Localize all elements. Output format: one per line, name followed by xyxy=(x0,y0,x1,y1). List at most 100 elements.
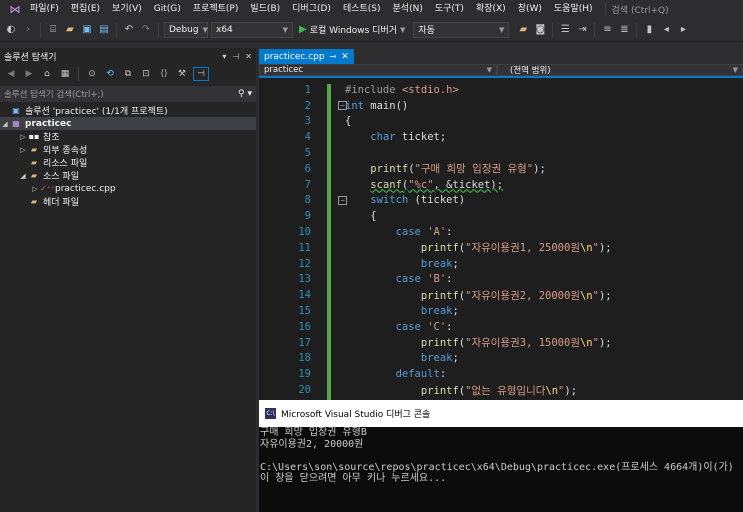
code-line[interactable]: 2 int main() xyxy=(259,98,743,114)
line-number: 7 xyxy=(304,178,311,191)
menu-item[interactable]: 편집(E) xyxy=(65,0,106,18)
home-icon[interactable]: ⌂ xyxy=(40,67,54,81)
panel-menu-icon[interactable]: ▾ xyxy=(222,52,226,61)
code-line[interactable]: 13 case 'B': xyxy=(259,272,743,288)
tree-item-project[interactable]: ◢ ▦ practicec xyxy=(0,117,256,130)
pending-changes-icon[interactable]: ⊙ xyxy=(85,67,99,81)
bookmark-next-icon[interactable]: ▸ xyxy=(676,23,690,37)
code-line[interactable]: 3{ xyxy=(259,114,743,130)
code-line[interactable]: 9 { xyxy=(259,208,743,224)
menu-item[interactable]: 도구(T) xyxy=(429,0,470,18)
forward-icon[interactable]: › xyxy=(21,23,35,37)
tree-item-external-dependencies[interactable]: ▷ ▰ 외부 종속성 xyxy=(0,143,256,156)
code-line[interactable]: 19 default: xyxy=(259,366,743,382)
line-number: 5 xyxy=(304,147,311,160)
preview-icon[interactable]: ⟨⟩ xyxy=(157,67,171,81)
tree-label: 헤더 파일 xyxy=(43,198,79,208)
show-all-files-icon[interactable]: ⊡ xyxy=(139,67,153,81)
start-debugging-button[interactable]: ▶ 로컬 Windows 디버거 ▼ xyxy=(296,23,408,36)
line-number: 9 xyxy=(304,210,311,223)
menu-item[interactable]: 파일(F) xyxy=(24,0,65,18)
code-line[interactable]: 14 printf("자유이용권2, 20000원\n"); xyxy=(259,287,743,303)
code-line[interactable]: 5 xyxy=(259,145,743,161)
forward-icon[interactable]: ▶ xyxy=(22,67,36,81)
menu-item[interactable]: 확장(X) xyxy=(470,0,512,18)
close-icon[interactable]: ✕ xyxy=(245,52,252,61)
indent-icon[interactable]: ⇥ xyxy=(575,23,589,37)
screenshot-icon[interactable]: ◙ xyxy=(533,23,547,37)
switch-views-icon[interactable]: ▦ xyxy=(58,67,72,81)
menu-item[interactable]: 분석(N) xyxy=(387,0,429,18)
menu-item[interactable]: 빌드(B) xyxy=(244,0,286,18)
tab-practicec-cpp[interactable]: practicec.cpp ⊸ ✕ xyxy=(259,49,354,64)
fold-toggle-icon[interactable]: − xyxy=(338,195,347,205)
code-line[interactable]: 15 break; xyxy=(259,303,743,319)
pin-icon[interactable]: ⊣ xyxy=(232,52,239,61)
search-placeholder: 솔루션 탐색기 검색(Ctrl+;) xyxy=(4,90,104,100)
menu-item[interactable]: 테스트(S) xyxy=(337,0,387,18)
scope-dropdown[interactable]: (전역 범위) ▼ xyxy=(497,64,743,76)
line-number: 15 xyxy=(298,305,311,318)
menu-item[interactable]: 보기(V) xyxy=(106,0,148,18)
uncomment-icon[interactable]: ≣ xyxy=(617,23,631,37)
redo-icon[interactable]: ↷ xyxy=(139,23,153,37)
code-line[interactable]: 1 #include <stdio.h> xyxy=(259,82,743,98)
back-icon[interactable]: ◐ xyxy=(4,23,18,37)
menu-item[interactable]: 프로젝트(P) xyxy=(187,0,245,18)
new-project-icon[interactable]: ⌹ xyxy=(46,23,60,37)
toolbox-icon[interactable]: ▰ xyxy=(516,23,530,37)
code-line[interactable]: 18 break; xyxy=(259,351,743,367)
pin-icon[interactable]: ⊸ xyxy=(330,52,337,61)
tree-item-practicec-cpp[interactable]: ▷ ✓⁺⁺ practicec.cpp xyxy=(0,182,256,195)
code-line[interactable]: 17 printf("자유이용권3, 15000원\n"); xyxy=(259,335,743,351)
code-line[interactable]: 16 case 'C': xyxy=(259,319,743,335)
menu-item[interactable]: Git(G) xyxy=(148,0,187,18)
project-dropdown[interactable]: practicec ▼ xyxy=(259,64,497,76)
tree-item-resource-files[interactable]: ▰ 리소스 파일 xyxy=(0,156,256,169)
tree-item-references[interactable]: ▷ ▪▪ 참조 xyxy=(0,130,256,143)
console-line: 이 창을 닫으려면 아무 키나 누르세요... xyxy=(260,473,447,484)
cpp-file-icon: ✓⁺⁺ xyxy=(40,184,56,193)
code-text: break; xyxy=(420,305,459,318)
code-text: printf("없는 유형입니다\n"); xyxy=(420,384,578,397)
platform-select[interactable]: x64 ▼ xyxy=(211,21,293,38)
solution-search-input[interactable]: 솔루션 탐색기 검색(Ctrl+;) ⚲ ▾ xyxy=(0,86,256,102)
properties-icon[interactable]: ⚒ xyxy=(175,67,189,81)
collapse-all-icon[interactable]: ⧉ xyxy=(121,67,135,81)
menu-item[interactable]: 창(W) xyxy=(512,0,548,18)
sync-icon[interactable]: ⟲ xyxy=(103,67,117,81)
tree-item-source-files[interactable]: ◢ ▰ 소스 파일 xyxy=(0,169,256,182)
bookmark-prev-icon[interactable]: ◂ xyxy=(659,23,673,37)
code-line[interactable]: 7 scanf("%c", &ticket); xyxy=(259,177,743,193)
run-mode-select[interactable]: 자동 ▼ xyxy=(413,21,510,38)
configuration-select[interactable]: Debug ▼ xyxy=(164,21,208,38)
save-all-icon[interactable]: ▤ xyxy=(97,23,111,37)
search-box[interactable]: 검색 (Ctrl+Q) xyxy=(604,2,675,16)
code-line[interactable]: 20 printf("없는 유형입니다\n"); xyxy=(259,382,743,398)
fold-toggle-icon[interactable]: − xyxy=(338,100,347,110)
menu-item[interactable]: 디버그(D) xyxy=(286,0,337,18)
code-line[interactable]: 11 printf("자유이용권1, 25000원\n"); xyxy=(259,240,743,256)
tree-item-solution[interactable]: ▣ 솔루션 'practicec' (1/1개 프로젝트) xyxy=(0,104,256,117)
undo-icon[interactable]: ↶ xyxy=(122,23,136,37)
code-area[interactable]: 1 #include <stdio.h> 2 int main() 3{4 char t… xyxy=(259,80,743,400)
back-icon[interactable]: ◀ xyxy=(4,67,18,81)
save-icon[interactable]: ▣ xyxy=(80,23,94,37)
code-line[interactable]: 10 case 'A': xyxy=(259,224,743,240)
close-icon[interactable]: ✕ xyxy=(341,52,349,62)
code-line[interactable]: 8 switch (ticket) xyxy=(259,193,743,209)
debug-console-window[interactable]: C:\ Microsoft Visual Studio 디버그 콘솔 구매 희망… xyxy=(259,400,743,512)
comment-icon[interactable]: ≡ xyxy=(600,23,614,37)
code-line[interactable]: 12 break; xyxy=(259,256,743,272)
open-file-icon[interactable]: ▰ xyxy=(63,23,77,37)
menu-items: 파일(F) 편집(E) 보기(V) Git(G) 프로젝트(P) 빌드(B) 디버그(D) 테… xyxy=(24,0,599,18)
bookmark-icon[interactable]: ▮ xyxy=(642,23,656,37)
code-line[interactable]: 4 char ticket; xyxy=(259,129,743,145)
active-document-icon[interactable]: ⊣ xyxy=(193,67,209,81)
tree-item-header-files[interactable]: ▰ 헤더 파일 xyxy=(0,195,256,208)
format-icon[interactable]: ☰ xyxy=(558,23,572,37)
expand-icon: ▷ xyxy=(20,132,26,141)
menu-item[interactable]: 도움말(H) xyxy=(548,0,599,18)
code-line[interactable]: 6 printf("구매 희망 입장권 유형"); xyxy=(259,161,743,177)
